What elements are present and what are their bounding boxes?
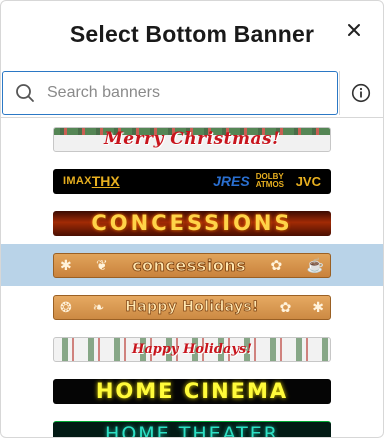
- banner-text: Merry Christmas!: [103, 129, 281, 149]
- banner-text: Happy Holidays!: [132, 341, 252, 357]
- dolby-logo: DOLBY ATMOS: [255, 172, 284, 189]
- mitten-icon: ✿: [279, 298, 292, 315]
- select-banner-dialog: Select Bottom Banner Merry Christmas! IM…: [0, 0, 384, 438]
- banner-home-cinema: HOME CINEMA: [53, 378, 331, 404]
- banner-row[interactable]: ❂ ❧ Happy Holidays! ✿ ✱: [1, 286, 383, 328]
- jvc-logo: JVC: [295, 173, 321, 189]
- gingerbread-man-icon: ✱: [312, 298, 324, 315]
- mug-icon: ☕: [306, 256, 324, 273]
- banner-home-theater: HOME THEATER: [53, 420, 331, 438]
- banner-row[interactable]: HOME THEATER: [1, 412, 383, 437]
- reindeer-icon: ❦: [96, 256, 108, 273]
- jres-logo: JRES: [213, 173, 250, 189]
- info-icon[interactable]: [339, 71, 382, 115]
- banner-row-selected[interactable]: ✱ ❦ concessions ✿ ☕: [1, 244, 383, 286]
- gingerbread-man-icon: ✱: [60, 256, 72, 273]
- ornament-icon: ❂: [60, 298, 72, 315]
- close-icon[interactable]: [343, 19, 365, 41]
- banner-concessions-fire: CONCESSIONS: [53, 210, 331, 236]
- thx-logo: THX: [91, 173, 120, 189]
- dialog-title: Select Bottom Banner: [69, 21, 315, 47]
- banner-text: Happy Holidays!: [125, 299, 259, 316]
- banner-text: concessions: [132, 255, 247, 275]
- banner-text: HOME THEATER: [105, 422, 279, 438]
- banner-row[interactable]: IMAX THX JRES DOLBY ATMOS JVC: [1, 160, 383, 202]
- banner-text: HOME CINEMA: [95, 379, 289, 403]
- banner-row[interactable]: Happy Holidays!: [1, 328, 383, 370]
- banner-row[interactable]: HOME CINEMA: [1, 370, 383, 412]
- banner-text: CONCESSIONS: [91, 211, 293, 235]
- banner-concessions-gingerbread: ✱ ❦ concessions ✿ ☕: [53, 252, 331, 278]
- banner-list[interactable]: Merry Christmas! IMAX THX JRES DOLBY ATM…: [1, 117, 383, 437]
- imax-logo: IMAX: [63, 175, 92, 187]
- banner-happy-holidays: ❂ ❧ Happy Holidays! ✿ ✱: [53, 294, 331, 320]
- banner-holly: Happy Holidays!: [53, 336, 331, 362]
- search-input[interactable]: [45, 83, 319, 103]
- banner-row[interactable]: Merry Christmas!: [1, 118, 383, 160]
- sleigh-icon: ❧: [92, 298, 105, 315]
- search-field[interactable]: [2, 71, 338, 115]
- search-icon: [15, 82, 37, 104]
- banner-row[interactable]: CONCESSIONS: [1, 202, 383, 244]
- mitten-icon: ✿: [270, 256, 283, 273]
- banner-merry-christmas: Merry Christmas!: [53, 126, 331, 152]
- banner-brand-logos: IMAX THX JRES DOLBY ATMOS JVC: [53, 168, 331, 194]
